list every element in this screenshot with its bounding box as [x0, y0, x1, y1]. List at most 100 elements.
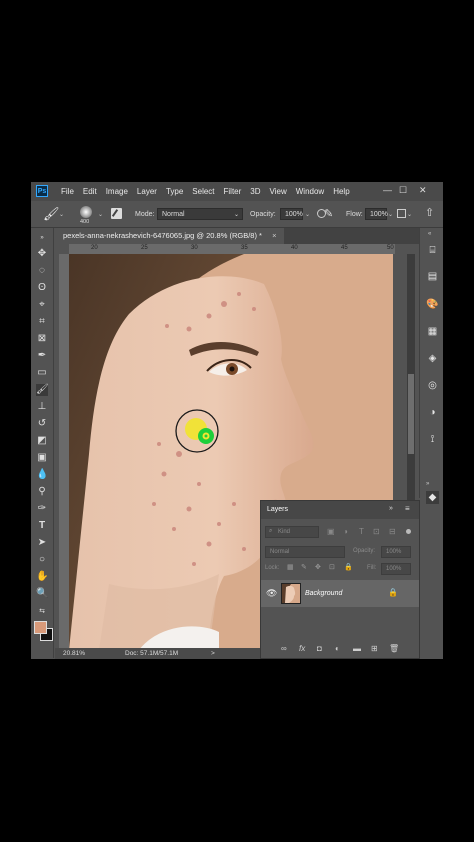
color-panel-icon[interactable]: ▤ [426, 270, 439, 283]
lock-all-icon[interactable]: 🔒 [344, 563, 353, 571]
eraser-tool-icon[interactable]: ◩ [36, 435, 48, 447]
add-layer-style-icon[interactable]: fx [299, 644, 305, 653]
opacity-field[interactable]: 100% [280, 208, 303, 220]
maximize-button[interactable]: ☐ [399, 185, 407, 196]
menu-type[interactable]: Type [166, 187, 183, 196]
menu-file[interactable]: File [61, 187, 74, 196]
eyedropper-tool-icon[interactable]: ✒ [36, 350, 48, 362]
history-panel-icon[interactable]: ⌸ [426, 244, 439, 257]
scrollbar-thumb[interactable] [408, 374, 414, 454]
menu-filter[interactable]: Filter [224, 187, 242, 196]
filter-pixel-icon[interactable]: ▣ [327, 527, 335, 536]
filter-smart-object-icon[interactable]: ⊟ [389, 527, 396, 536]
close-window-button[interactable]: ✕ [419, 185, 427, 196]
filter-toggle-icon[interactable] [406, 529, 411, 534]
styles-panel-icon[interactable]: ◎ [426, 379, 439, 392]
frame-tool-icon[interactable]: ⊠ [36, 333, 48, 345]
new-group-icon[interactable]: ▬ [353, 644, 361, 653]
menu-select[interactable]: Select [192, 187, 214, 196]
hand-tool-icon[interactable]: ✋ [36, 571, 48, 583]
blend-mode-select[interactable]: Normal [265, 546, 345, 558]
dock-collapse-icon-2[interactable]: » [426, 481, 429, 487]
lock-artboard-icon[interactable]: ⊡ [329, 563, 335, 571]
flow-label: Flow: [346, 211, 363, 218]
layer-row-background[interactable]: 👁 Background 🔒 [261, 580, 419, 607]
visibility-eye-icon[interactable]: 👁 [266, 588, 277, 599]
grid-panel-icon[interactable]: ▦ [426, 325, 439, 338]
smoothing-chevron-icon[interactable]: ⌄ [407, 211, 412, 218]
airbrush-icon[interactable]: ✎ [324, 207, 333, 220]
swatches-panel-icon[interactable]: 🎨 [426, 298, 439, 311]
crop-tool-icon[interactable]: ⌗ [36, 316, 48, 328]
adjustment-layer-icon[interactable]: ◐ [335, 644, 340, 653]
paths-panel-icon[interactable]: ⟟ [426, 433, 439, 446]
menu-3d[interactable]: 3D [250, 187, 260, 196]
horizontal-ruler[interactable]: 20 25 30 35 40 45 50 [69, 244, 395, 254]
brush-settings-icon[interactable] [111, 208, 122, 219]
document-tab[interactable]: pexels-anna-nekrashevich-6476065.jpg @ 2… [55, 228, 285, 244]
panel-collapse-icon[interactable]: » [389, 505, 393, 512]
quick-select-tool-icon[interactable]: ⌖ [36, 299, 48, 311]
type-tool-icon[interactable]: T [36, 520, 48, 532]
ellipse-tool-icon[interactable]: ○ [36, 554, 48, 566]
panel-collapse-icon[interactable]: » [36, 232, 48, 244]
mode-select[interactable]: Normal ⌄ [157, 208, 243, 220]
menu-help[interactable]: Help [333, 187, 349, 196]
flow-field[interactable]: 100% [365, 208, 388, 220]
vertical-scrollbar[interactable] [407, 254, 415, 504]
menu-window[interactable]: Window [296, 187, 324, 196]
libraries-panel-icon[interactable]: ◈ [426, 352, 439, 365]
patch-tool-icon[interactable]: ▭ [36, 367, 48, 379]
flow-chevron-icon[interactable]: ⌄ [388, 211, 393, 218]
brush-preview-icon[interactable] [80, 206, 92, 218]
lock-transparent-icon[interactable]: ▦ [287, 563, 294, 571]
filter-adjustment-icon[interactable]: ◑ [343, 527, 348, 536]
path-select-tool-icon[interactable]: ➤ [36, 537, 48, 549]
brush-picker-chevron-icon[interactable]: ⌄ [98, 211, 103, 218]
tool-preset-chevron-icon[interactable]: ⌄ [59, 211, 64, 218]
filter-shape-icon[interactable]: ⊡ [373, 527, 380, 536]
zoom-tool-icon[interactable]: 🔍 [36, 588, 48, 600]
swap-colors-icon[interactable]: ⇆ [36, 606, 48, 618]
filter-kind-select[interactable]: ⌕ Kind [265, 526, 319, 538]
lasso-tool-icon[interactable]: ʘ [36, 282, 48, 294]
close-tab-icon[interactable]: × [272, 231, 276, 240]
layer-opacity-field[interactable]: 100% [381, 546, 411, 558]
dock-collapse-icon[interactable]: « [428, 231, 431, 237]
layers-panel-title[interactable]: Layers [267, 506, 288, 513]
marquee-tool-icon[interactable]: ◌ [36, 265, 48, 277]
menu-view[interactable]: View [270, 187, 287, 196]
opacity-chevron-icon[interactable]: ⌄ [305, 211, 310, 218]
clone-stamp-tool-icon[interactable]: ⊥ [36, 401, 48, 413]
pen-tool-icon[interactable]: ✑ [36, 503, 48, 515]
minimize-button[interactable]: — [383, 185, 392, 195]
delete-layer-icon[interactable]: 🗑 [389, 644, 399, 653]
new-layer-icon[interactable]: ⊞ [371, 644, 378, 653]
brush-tool-icon[interactable]: 🖌 [36, 384, 49, 396]
add-mask-icon[interactable]: ◘ [317, 644, 322, 653]
smoothing-icon[interactable] [397, 209, 406, 218]
vertical-ruler[interactable] [59, 254, 69, 650]
filter-type-icon[interactable]: T [359, 527, 364, 536]
history-brush-tool-icon[interactable]: ↺ [36, 418, 48, 430]
move-tool-icon[interactable]: ✥ [36, 248, 48, 260]
status-menu-arrow[interactable]: > [211, 650, 215, 657]
menu-image[interactable]: Image [106, 187, 128, 196]
zoom-level[interactable]: 20.81% [63, 650, 85, 657]
adjustments-panel-icon[interactable]: ◑ [426, 406, 439, 419]
share-icon[interactable]: ⇧ [425, 206, 434, 219]
gradient-tool-icon[interactable]: ▣ [36, 452, 48, 464]
blur-tool-icon[interactable]: 💧 [36, 469, 48, 481]
foreground-color-swatch[interactable] [34, 621, 47, 634]
layers-panel-icon[interactable]: ◆ [426, 491, 439, 504]
tools-panel: » ✥ ◌ ʘ ⌖ ⌗ ⊠ ✒ ▭ 🖌 ⊥ ↺ ◩ ▣ 💧 ⚲ ✑ T ➤ ○ … [31, 228, 54, 658]
lock-position-icon[interactable]: ✥ [315, 563, 321, 571]
menu-edit[interactable]: Edit [83, 187, 97, 196]
link-layers-icon[interactable]: ∞ [281, 644, 287, 653]
menu-layer[interactable]: Layer [137, 187, 157, 196]
fill-field[interactable]: 100% [381, 563, 411, 575]
dodge-tool-icon[interactable]: ⚲ [36, 486, 48, 498]
lock-image-icon[interactable]: ✎ [301, 563, 307, 571]
brush-tool-icon[interactable]: 🖌 [43, 206, 60, 222]
panel-menu-icon[interactable]: ≡ [405, 504, 410, 513]
